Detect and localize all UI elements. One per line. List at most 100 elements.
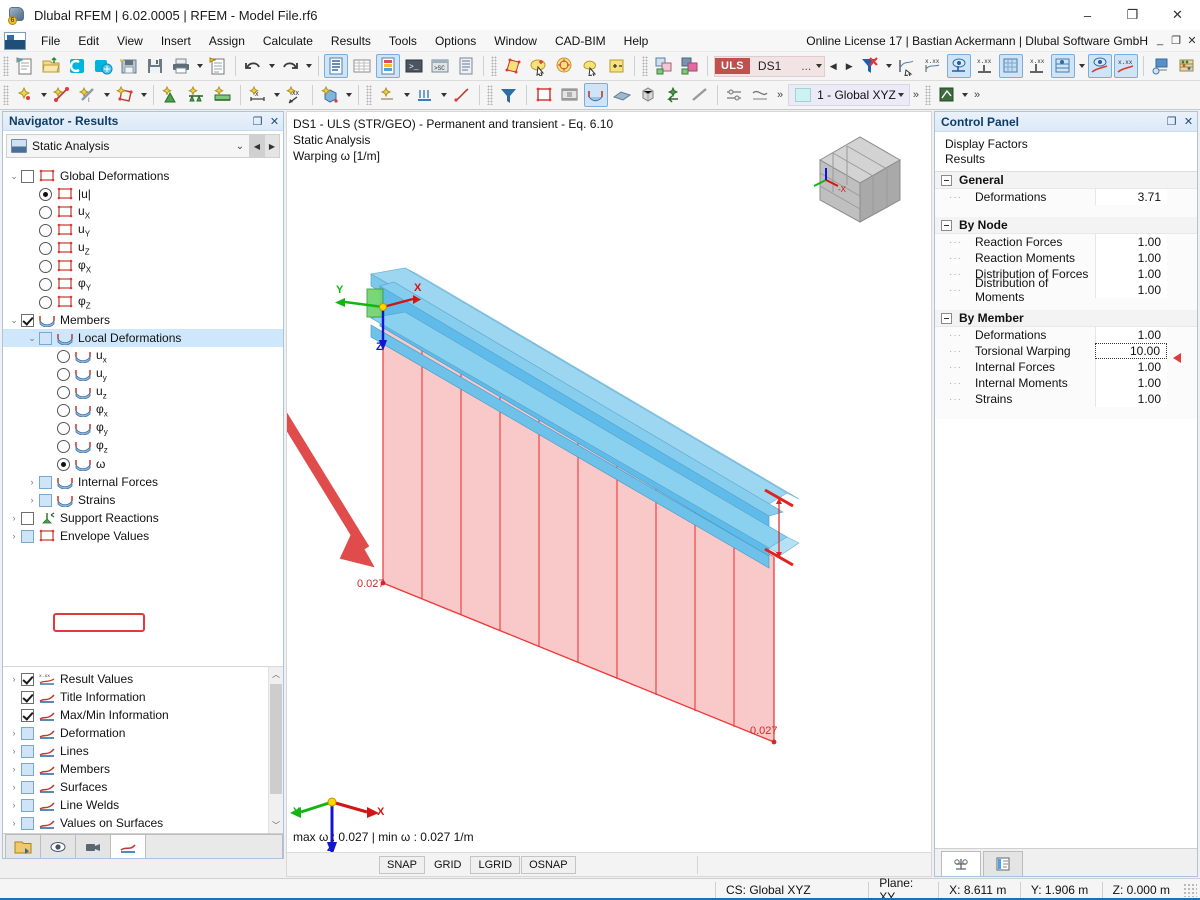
filter-results-icon[interactable] — [858, 54, 882, 78]
menu-options[interactable]: Options — [426, 31, 485, 51]
results-tree-item-row[interactable]: φY — [3, 275, 283, 293]
expand-icon[interactable]: › — [7, 818, 21, 828]
toolbar2-grip[interactable] — [3, 85, 9, 105]
new-member-dropdown-icon[interactable] — [101, 83, 112, 107]
expand-icon[interactable]: › — [25, 477, 39, 487]
nodal-support-icon[interactable] — [159, 83, 183, 107]
results-tree-item-row[interactable]: › Strains — [3, 491, 283, 509]
display-factor-row[interactable]: ··· Strains 1.00 — [935, 391, 1197, 407]
calculate-icon[interactable] — [497, 83, 521, 107]
open-folder-icon[interactable] — [39, 54, 63, 78]
toolbar2-grip-2[interactable] — [366, 85, 372, 105]
results-tree-item-row[interactable]: ⌄ Members — [3, 311, 283, 329]
display-tree-item-row[interactable]: Title Information — [3, 688, 283, 706]
tree-checkbox[interactable] — [21, 744, 34, 758]
toolbar2-overflow-end-button[interactable]: » — [971, 89, 983, 101]
display-factor-row[interactable]: ··· Distribution of Moments 1.00 — [935, 276, 1197, 304]
tree-radio[interactable] — [39, 241, 52, 255]
hide-result-values-icon[interactable]: x.xx — [1025, 54, 1049, 78]
move-icon[interactable] — [678, 54, 702, 78]
undo-icon[interactable] — [241, 54, 265, 78]
result-numbers-icon[interactable]: x.xx — [1114, 54, 1139, 78]
display-factor-value[interactable]: 1.00 — [1095, 375, 1167, 391]
results-tree-item-row[interactable]: uZ — [3, 239, 283, 257]
select-lasso-icon[interactable] — [579, 54, 603, 78]
analysis-prev-button[interactable]: ◀ — [249, 135, 264, 157]
toolbar2-grip-4[interactable] — [924, 85, 931, 105]
menu-insert[interactable]: Insert — [152, 31, 200, 51]
control-panel-restore-button[interactable]: ❐ — [1163, 113, 1180, 131]
results-tree-item-row[interactable]: uz — [3, 383, 283, 401]
display-factor-row[interactable]: ··· Deformations 1.00 — [935, 327, 1197, 343]
toolbar2-overflow-button[interactable]: » — [774, 89, 786, 101]
tree-checkbox[interactable] — [39, 493, 52, 507]
navigator-close-button[interactable]: ✕ — [266, 112, 283, 130]
coordinates-icon[interactable]: xx — [283, 83, 307, 107]
navigator-restore-button[interactable]: ❐ — [249, 112, 266, 130]
tree-radio[interactable] — [39, 259, 52, 273]
display-factor-row[interactable]: ··· Reaction Forces 1.00 — [935, 234, 1197, 250]
display-factor-value[interactable]: 1.00 — [1095, 250, 1167, 266]
scroll-down-icon[interactable]: ﹀ — [269, 818, 283, 833]
control-panel-tab-factors[interactable] — [941, 851, 981, 876]
navigator-tab-views[interactable] — [75, 834, 111, 858]
tree-checkbox[interactable] — [39, 475, 52, 489]
load-wizard-dropdown-icon[interactable] — [401, 83, 412, 107]
tree-checkbox[interactable] — [21, 169, 34, 183]
collapse-icon[interactable]: ⌄ — [25, 333, 39, 344]
section-cut-icon[interactable] — [688, 83, 712, 107]
tree-radio[interactable] — [39, 223, 52, 237]
grid-button[interactable]: GRID — [426, 856, 470, 874]
display-tree-item-row[interactable]: › Line Welds — [3, 796, 283, 814]
results-tree-item-row[interactable]: uy — [3, 365, 283, 383]
results-tree-item-row[interactable]: φy — [3, 419, 283, 437]
render-settings-icon[interactable] — [1149, 54, 1173, 78]
load-case-dropdown-icon[interactable] — [813, 54, 824, 78]
tree-checkbox[interactable] — [21, 708, 34, 722]
scrollbar-thumb[interactable] — [270, 684, 282, 794]
printout-report-icon[interactable] — [206, 54, 230, 78]
tree-checkbox[interactable] — [21, 726, 34, 740]
new-node-dropdown-icon[interactable] — [38, 83, 49, 107]
prev-load-case-button[interactable]: ◀ — [825, 55, 841, 77]
display-factor-row[interactable]: ··· Torsional Warping 10.00 — [935, 343, 1197, 363]
table-panel-icon[interactable] — [350, 54, 374, 78]
display-tree-item-row[interactable]: › Deformation — [3, 724, 283, 742]
display-factor-row[interactable]: ··· Internal Forces 1.00 — [935, 359, 1197, 375]
cloud-sync-icon[interactable] — [91, 54, 115, 78]
new-surface-dropdown-icon[interactable] — [138, 83, 149, 107]
surface-support-icon[interactable] — [211, 83, 235, 107]
menu-window[interactable]: Window — [485, 31, 546, 51]
display-factor-group-header[interactable]: By Member — [935, 310, 1197, 327]
display-factor-value[interactable]: 1.00 — [1095, 266, 1167, 282]
copy-move-icon[interactable] — [652, 54, 676, 78]
results-tree-item-row[interactable]: φZ — [3, 293, 283, 311]
menu-assign[interactable]: Assign — [200, 31, 254, 51]
value-display-icon[interactable]: x.xx — [973, 54, 997, 78]
display-tree-item-row[interactable]: Max/Min Information — [3, 706, 283, 724]
results-tree-item-row[interactable]: ω — [3, 455, 283, 473]
menu-calculate[interactable]: Calculate — [254, 31, 322, 51]
new-surface-icon[interactable] — [113, 83, 137, 107]
result-curve-icon[interactable] — [749, 83, 773, 107]
doc-minimize-button[interactable]: _ — [1152, 34, 1168, 47]
results-tree-item-row[interactable]: uY — [3, 221, 283, 239]
navigator-panel-icon[interactable] — [324, 54, 348, 78]
member-load-dropdown-icon[interactable] — [438, 83, 449, 107]
info-panel-icon[interactable] — [454, 54, 478, 78]
tree-checkbox[interactable] — [39, 331, 52, 345]
display-tree-scrollbar[interactable]: ︿ ﹀ — [268, 667, 283, 833]
menu-help[interactable]: Help — [615, 31, 658, 51]
script-icon[interactable]: >SC — [428, 54, 452, 78]
expand-icon[interactable]: › — [25, 495, 39, 505]
display-factor-value[interactable]: 1.00 — [1095, 391, 1167, 407]
minimize-button[interactable]: – — [1065, 0, 1110, 30]
table-export-dropdown-icon[interactable] — [960, 83, 971, 107]
isolines-dropdown-icon[interactable] — [1076, 54, 1087, 78]
tree-radio[interactable] — [39, 187, 52, 201]
display-factor-value[interactable]: 3.71 — [1095, 189, 1167, 205]
menu-results[interactable]: Results — [322, 31, 380, 51]
resize-grip[interactable] — [1183, 882, 1198, 897]
results-tree-item-row[interactable]: uX — [3, 203, 283, 221]
doc-close-button[interactable]: ✕ — [1184, 34, 1200, 47]
